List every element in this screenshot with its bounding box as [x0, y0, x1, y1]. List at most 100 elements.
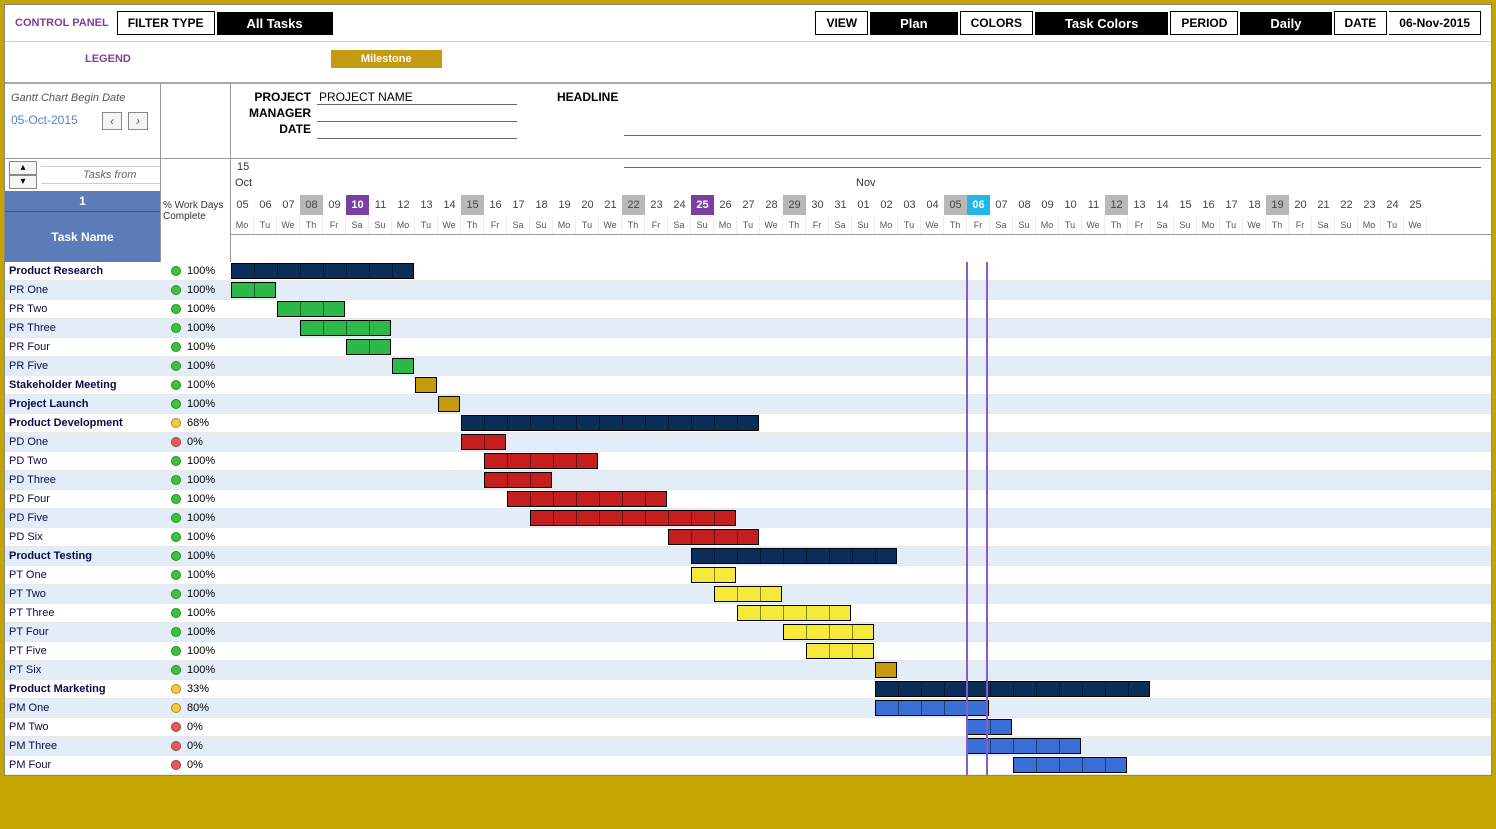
project-date-field[interactable]: [317, 124, 517, 139]
status-dot: [171, 513, 181, 523]
task-name[interactable]: PD Six: [5, 531, 161, 543]
task-name[interactable]: PR One: [5, 284, 161, 296]
task-name[interactable]: PT Three: [5, 607, 161, 619]
task-name[interactable]: PT Six: [5, 664, 161, 676]
headline-field-1[interactable]: [624, 122, 1481, 136]
prev-date-button[interactable]: ‹: [102, 112, 122, 130]
gantt-bar[interactable]: [967, 738, 1081, 754]
task-name[interactable]: PR Three: [5, 322, 161, 334]
day-number: 23: [645, 195, 668, 215]
task-name[interactable]: PR Two: [5, 303, 161, 315]
gantt-body: Product Research PR One PR Two PR Three PR F…: [5, 262, 1491, 775]
task-name[interactable]: Stakeholder Meeting: [5, 379, 161, 391]
task-name[interactable]: PD Three: [5, 474, 161, 486]
task-name[interactable]: PT One: [5, 569, 161, 581]
day-number: 21: [599, 195, 622, 215]
task-name[interactable]: PT Two: [5, 588, 161, 600]
task-name[interactable]: PD Four: [5, 493, 161, 505]
gantt-bar[interactable]: [1013, 757, 1127, 773]
gantt-bar[interactable]: [967, 719, 1012, 735]
weekday-label: Mo: [1197, 215, 1220, 234]
task-name[interactable]: PR Four: [5, 341, 161, 353]
gantt-bar[interactable]: [875, 700, 989, 716]
task-name[interactable]: PT Four: [5, 626, 161, 638]
gantt-bar[interactable]: [875, 662, 897, 678]
task-name[interactable]: PT Five: [5, 645, 161, 657]
status-dot: [171, 722, 181, 732]
day-number: 08: [1013, 195, 1036, 215]
task-name[interactable]: PM Four: [5, 759, 161, 771]
task-name[interactable]: PR Five: [5, 360, 161, 372]
status-dot: [171, 741, 181, 751]
gantt-bar[interactable]: [691, 567, 736, 583]
scroll-down-button[interactable]: ▾: [9, 175, 37, 189]
task-name[interactable]: Product Development: [5, 417, 161, 429]
gantt-bar[interactable]: [484, 472, 552, 488]
pct-complete: 100%: [187, 284, 215, 296]
task-name[interactable]: PM One: [5, 702, 161, 714]
control-panel-label: CONTROL PANEL: [15, 17, 109, 29]
gantt-bar[interactable]: [530, 510, 736, 526]
weekday-label: Tu: [415, 215, 438, 234]
gantt-bar[interactable]: [231, 282, 276, 298]
weekday-label: We: [438, 215, 461, 234]
status-dot: [171, 285, 181, 295]
gantt-bar[interactable]: [438, 396, 460, 412]
weekday-label: Sa: [507, 215, 530, 234]
mid-panel: % Work Days Complete: [161, 84, 231, 262]
gantt-bar[interactable]: [484, 453, 598, 469]
gantt-bar[interactable]: [783, 624, 874, 640]
weekday-label: Th: [783, 215, 806, 234]
gantt-bar[interactable]: [875, 681, 1150, 697]
task-name[interactable]: PD Two: [5, 455, 161, 467]
task-name[interactable]: Product Marketing: [5, 683, 161, 695]
weekday-label: Su: [1174, 215, 1197, 234]
gantt-bar[interactable]: [668, 529, 759, 545]
date-value[interactable]: 06-Nov-2015: [1389, 11, 1481, 35]
status-dot: [171, 475, 181, 485]
gantt-bar[interactable]: [277, 301, 345, 317]
filter-type-select[interactable]: All Tasks: [217, 12, 333, 35]
legend-milestone: Milestone: [331, 50, 442, 68]
begin-date-value[interactable]: 05-Oct-2015: [11, 113, 78, 127]
gantt-bar[interactable]: [300, 320, 391, 336]
gantt-bar[interactable]: [392, 358, 414, 374]
gantt-bar[interactable]: [714, 586, 782, 602]
status-dot: [171, 399, 181, 409]
tasks-from-label: Tasks from: [45, 169, 156, 181]
task-name[interactable]: Product Research: [5, 265, 161, 277]
begin-date-box: Gantt Chart Begin Date 05-Oct-2015 ‹ ›: [5, 84, 160, 159]
gantt-bar[interactable]: [691, 548, 897, 564]
day-number: 13: [1128, 195, 1151, 215]
task-name[interactable]: Project Launch: [5, 398, 161, 410]
project-name-field[interactable]: PROJECT NAME: [317, 90, 517, 105]
status-dot: [171, 266, 181, 276]
task-name[interactable]: PD One: [5, 436, 161, 448]
scroll-up-button[interactable]: ▴: [9, 161, 37, 175]
task-names-col: Product Research PR One PR Two PR Three PR F…: [5, 262, 161, 775]
colors-select[interactable]: Task Colors: [1035, 12, 1168, 35]
status-dot: [171, 342, 181, 352]
day-number: 29: [783, 195, 806, 215]
view-select[interactable]: Plan: [870, 12, 957, 35]
gantt-bar[interactable]: [461, 434, 506, 450]
day-number: 05: [231, 195, 254, 215]
task-name[interactable]: PD Five: [5, 512, 161, 524]
day-number: 23: [1358, 195, 1381, 215]
gantt-bar[interactable]: [737, 605, 851, 621]
day-number: 06: [254, 195, 277, 215]
pct-complete: 80%: [187, 702, 209, 714]
task-name[interactable]: PM Three: [5, 740, 161, 752]
gantt-bar[interactable]: [507, 491, 667, 507]
period-label: PERIOD: [1170, 11, 1238, 35]
task-name[interactable]: Product Testing: [5, 550, 161, 562]
gantt-bar[interactable]: [415, 377, 437, 393]
gantt-bar[interactable]: [346, 339, 391, 355]
gantt-bar[interactable]: [806, 643, 874, 659]
gantt-bar[interactable]: [231, 263, 414, 279]
next-date-button[interactable]: ›: [128, 112, 148, 130]
period-select[interactable]: Daily: [1240, 12, 1331, 35]
gantt-bar[interactable]: [461, 415, 759, 431]
manager-field[interactable]: [317, 107, 517, 122]
task-name[interactable]: PM Two: [5, 721, 161, 733]
